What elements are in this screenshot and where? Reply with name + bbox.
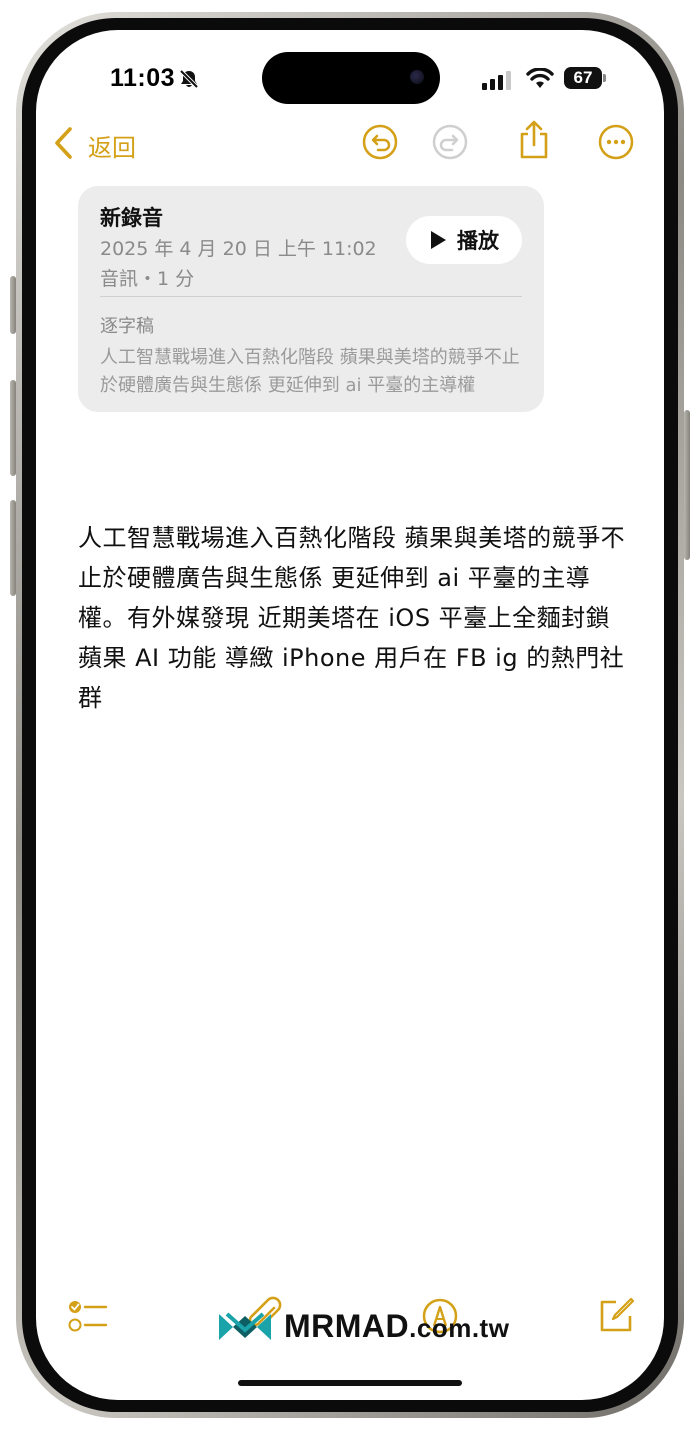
play-label: 播放 — [457, 229, 499, 253]
screen: 11:03 67 返回 新錄音 2025 年 4 月 20 日 上午 11:02… — [36, 30, 664, 1400]
play-icon — [431, 231, 446, 249]
power-button — [684, 410, 690, 560]
compose-icon[interactable] — [598, 1296, 636, 1334]
front-camera — [410, 70, 424, 84]
audio-recording-card[interactable]: 新錄音 2025 年 4 月 20 日 上午 11:02 音訊・1 分 播放 逐… — [78, 186, 544, 412]
redo-icon[interactable] — [432, 124, 468, 160]
transcript-label: 逐字稿 — [100, 316, 154, 337]
watermark: MRMAD.com.tw — [216, 1308, 509, 1345]
bell-slash-icon — [179, 69, 199, 89]
watermark-brand-name: MRMAD — [284, 1308, 410, 1344]
status-time: 11:03 — [110, 64, 176, 92]
battery-icon: 67 — [564, 67, 602, 89]
cellular-signal-icon — [482, 71, 511, 90]
more-icon[interactable] — [598, 124, 634, 160]
recording-meta: 音訊・1 分 — [100, 268, 195, 290]
battery-level: 67 — [573, 68, 593, 87]
wifi-icon — [526, 68, 554, 88]
mrmad-logo-icon — [219, 1312, 271, 1340]
battery-cap — [603, 74, 606, 82]
watermark-brand: MRMAD.com.tw — [284, 1308, 509, 1345]
back-button[interactable]: 返回 — [88, 128, 136, 163]
chevron-left-icon[interactable] — [52, 126, 76, 160]
checklist-icon[interactable] — [68, 1298, 108, 1334]
dynamic-island — [262, 52, 440, 104]
home-indicator[interactable] — [238, 1380, 462, 1386]
transcript-excerpt: 人工智慧戰場進入百熱化階段 蘋果與美塔的競爭不止於硬體廣告與生態係 更延伸到 a… — [100, 347, 520, 396]
watermark-domain: .com.tw — [409, 1313, 510, 1343]
recording-date: 2025 年 4 月 20 日 上午 11:02 — [100, 238, 377, 260]
card-divider — [100, 296, 522, 297]
undo-icon[interactable] — [362, 124, 398, 160]
recording-title: 新錄音 — [100, 206, 163, 230]
share-icon[interactable] — [518, 120, 550, 160]
note-body-text[interactable]: 人工智慧戰場進入百熱化階段 蘋果與美塔的競爭不止於硬體廣告與生態係 更延伸到 a… — [78, 518, 628, 718]
play-button[interactable]: 播放 — [406, 216, 522, 264]
